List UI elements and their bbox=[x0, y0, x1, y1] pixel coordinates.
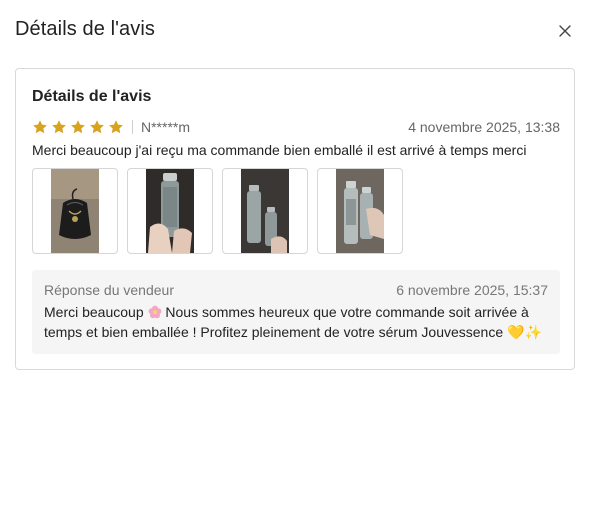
star-icon bbox=[52, 120, 66, 134]
modal-title: Détails de l'avis bbox=[15, 18, 156, 40]
seller-reply: Réponse du vendeur 6 novembre 2025, 15:3… bbox=[32, 270, 560, 354]
review-meta: N*****m 4 novembre 2025, 13:38 bbox=[32, 117, 560, 137]
review-card: Détails de l'avis N*****m 4 novembre 202… bbox=[15, 68, 575, 370]
seller-reply-text-start: Merci beaucoup bbox=[44, 304, 144, 320]
review-photo-4[interactable] bbox=[317, 168, 403, 254]
pouch-photo bbox=[51, 169, 99, 253]
review-photo-2[interactable] bbox=[127, 168, 213, 254]
bottles-in-hand-photo bbox=[336, 169, 384, 253]
reviewer-name: N*****m bbox=[141, 119, 191, 135]
review-text: Merci beaucoup j'ai reçu ma commande bie… bbox=[32, 142, 527, 158]
review-photo-1[interactable] bbox=[32, 168, 118, 254]
star-icon bbox=[90, 120, 104, 134]
seller-reply-date: 6 novembre 2025, 15:37 bbox=[396, 282, 548, 298]
star-icon bbox=[109, 120, 123, 134]
review-section-title: Détails de l'avis bbox=[32, 88, 152, 105]
seller-reply-text: Merci beaucoup Nous sommes heureux que v… bbox=[44, 302, 548, 342]
close-icon[interactable] bbox=[559, 25, 571, 37]
star-icon bbox=[71, 120, 85, 134]
star-icon bbox=[33, 120, 47, 134]
review-photos bbox=[32, 168, 403, 254]
review-photo-3[interactable] bbox=[222, 168, 308, 254]
divider bbox=[132, 120, 133, 134]
seller-reply-label: Réponse du vendeur bbox=[44, 282, 174, 298]
bottle-in-hand-photo bbox=[146, 169, 194, 253]
close-button[interactable] bbox=[554, 20, 576, 42]
star-rating bbox=[32, 119, 124, 135]
two-bottles-photo bbox=[241, 169, 289, 253]
flower-emoji-icon bbox=[148, 305, 161, 319]
review-date: 4 novembre 2025, 13:38 bbox=[408, 119, 560, 135]
